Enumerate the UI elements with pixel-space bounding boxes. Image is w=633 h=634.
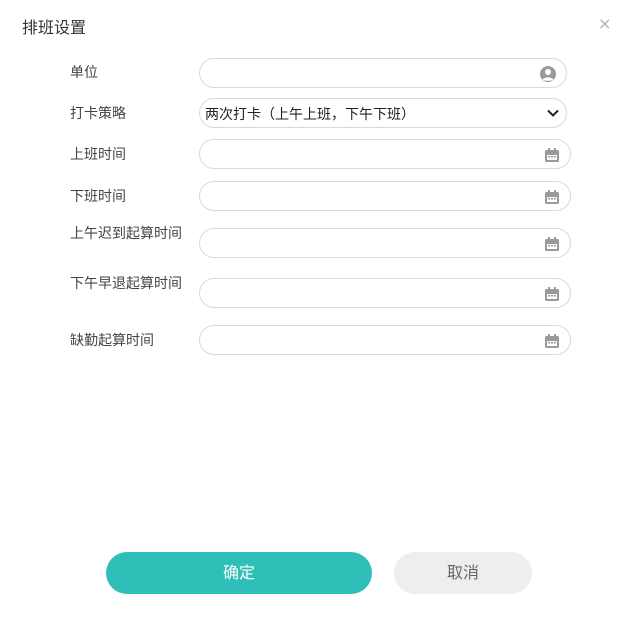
calendar-icon[interactable] bbox=[543, 146, 561, 164]
calendar-icon[interactable] bbox=[543, 332, 561, 350]
absence-start-input[interactable] bbox=[212, 331, 532, 349]
work-start-label: 上班时间 bbox=[70, 147, 126, 163]
unit-field[interactable] bbox=[199, 58, 567, 88]
absence-start-label: 缺勤起算时间 bbox=[70, 333, 154, 349]
work-end-input[interactable] bbox=[212, 187, 532, 205]
work-end-field[interactable] bbox=[199, 181, 571, 211]
confirm-button[interactable]: 确定 bbox=[106, 552, 372, 594]
schedule-settings-dialog: 排班设置 × 单位 打卡策略 两次打卡（上午上班，下午下班） 上班时间 下班时间… bbox=[0, 0, 633, 634]
work-start-field[interactable] bbox=[199, 139, 571, 169]
late-start-field[interactable] bbox=[199, 228, 571, 258]
cancel-button[interactable]: 取消 bbox=[394, 552, 532, 594]
early-leave-label: 下午早退起算时间 bbox=[70, 276, 182, 292]
dialog-title: 排班设置 bbox=[22, 18, 87, 37]
early-leave-field[interactable] bbox=[199, 278, 571, 308]
chevron-down-icon[interactable] bbox=[546, 106, 560, 120]
early-leave-input[interactable] bbox=[212, 284, 532, 302]
calendar-icon[interactable] bbox=[543, 188, 561, 206]
absence-start-field[interactable] bbox=[199, 325, 571, 355]
policy-label: 打卡策略 bbox=[70, 106, 126, 122]
policy-select[interactable]: 两次打卡（上午上班，下午下班） bbox=[199, 98, 567, 128]
unit-label: 单位 bbox=[70, 65, 98, 81]
late-start-label: 上午迟到起算时间 bbox=[70, 226, 182, 242]
late-start-input[interactable] bbox=[212, 234, 532, 252]
calendar-icon[interactable] bbox=[543, 285, 561, 303]
work-end-label: 下班时间 bbox=[70, 189, 126, 205]
policy-select-value: 两次打卡（上午上班，下午下班） bbox=[205, 107, 415, 123]
unit-input[interactable] bbox=[212, 64, 532, 82]
user-circle-icon[interactable] bbox=[539, 65, 557, 83]
work-start-input[interactable] bbox=[212, 145, 532, 163]
calendar-icon[interactable] bbox=[543, 235, 561, 253]
close-icon[interactable]: × bbox=[598, 15, 611, 33]
